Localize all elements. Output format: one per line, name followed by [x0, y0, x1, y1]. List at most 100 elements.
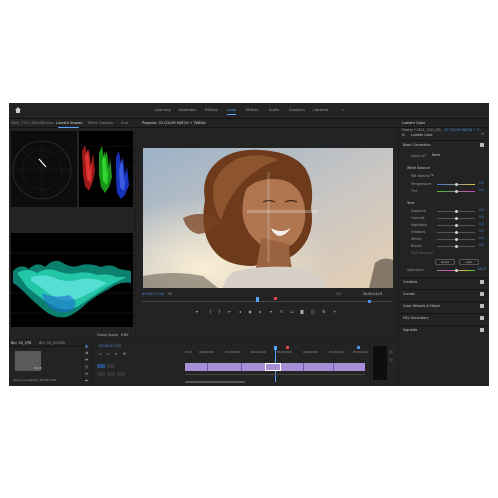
- contrast-value[interactable]: 0.0: [479, 215, 484, 219]
- clip-name[interactable]: Jasmine_Gingerhair_SD1000_SD1: [13, 378, 56, 383]
- curves-checkbox[interactable]: [480, 292, 484, 296]
- monitor-playhead[interactable]: [256, 297, 259, 302]
- extract-icon[interactable]: ⊔: [290, 309, 293, 314]
- color-wheels-checkbox[interactable]: [480, 304, 484, 308]
- blacks-value[interactable]: 0.0: [479, 243, 484, 247]
- shadows-value[interactable]: 0.0: [479, 229, 484, 233]
- exposure-value[interactable]: 0.0: [479, 208, 484, 212]
- auto-button[interactable]: Auto: [459, 259, 479, 265]
- step-forward-icon[interactable]: ▸: [259, 309, 261, 314]
- tab-audio[interactable]: Aud: [121, 120, 128, 126]
- tab-lumetri-color[interactable]: Lumetri Color: [402, 120, 425, 126]
- clamp-signal-label[interactable]: Clamp Signal: [97, 333, 118, 338]
- workspace-overflow-button[interactable]: »: [342, 107, 344, 113]
- mark-out-icon[interactable]: }: [218, 309, 221, 314]
- zoom-fit-select[interactable]: Fit: [168, 292, 172, 297]
- color-wheels-section[interactable]: Color Wheels & Match: [399, 301, 489, 311]
- workspace-editing[interactable]: Editing: [205, 107, 218, 113]
- sequence-clip-label[interactable]: 03 COLOR MATCH + T...: [444, 128, 482, 133]
- basic-correction-checkbox[interactable]: [480, 143, 484, 147]
- tab-effect-controls[interactable]: Effect Controls: [88, 120, 113, 126]
- creative-section[interactable]: Creative: [399, 277, 489, 287]
- workspace-audio[interactable]: Audio: [269, 107, 279, 113]
- tint-value[interactable]: 0.0: [479, 188, 484, 192]
- mark-in-icon[interactable]: {: [209, 309, 212, 314]
- audio-track[interactable]: [185, 374, 365, 375]
- track-target-a1[interactable]: [97, 372, 105, 376]
- linked-selection-icon[interactable]: ⊂: [107, 352, 110, 357]
- highlights-knob[interactable]: [455, 224, 458, 227]
- input-lut-select[interactable]: None: [432, 153, 440, 158]
- vignette-checkbox[interactable]: [480, 328, 484, 332]
- workspace-learning[interactable]: Learning: [155, 107, 171, 113]
- blacks-knob[interactable]: [455, 245, 458, 248]
- whites-knob[interactable]: [455, 238, 458, 241]
- playhead-timecode[interactable]: 00;00;17;04: [142, 292, 164, 297]
- basic-correction-section[interactable]: Basic Correction: [399, 140, 489, 150]
- track-select-tool-icon[interactable]: ⇉: [85, 350, 88, 355]
- effect-select[interactable]: Lumetri Color: [411, 133, 433, 138]
- exposure-knob[interactable]: [455, 210, 458, 213]
- temperature-knob[interactable]: [455, 183, 458, 186]
- selected-clip[interactable]: [265, 363, 281, 371]
- workspace-libraries[interactable]: Libraries: [313, 107, 329, 113]
- reset-button[interactable]: Reset: [435, 259, 455, 265]
- playback-resolution-select[interactable]: 1/2: [336, 292, 341, 297]
- timeline-settings-icon[interactable]: ⚙: [123, 352, 126, 357]
- tint-knob[interactable]: [455, 190, 458, 193]
- track-solo-a1[interactable]: [117, 372, 125, 376]
- saturation-knob[interactable]: [455, 269, 458, 272]
- ripple-edit-tool-icon[interactable]: ⇹: [85, 357, 88, 362]
- workspace-color[interactable]: Color: [227, 107, 236, 113]
- workspace-graphics[interactable]: Graphics: [289, 107, 305, 113]
- add-marker-icon[interactable]: ▾: [196, 309, 198, 314]
- saturation-value[interactable]: 100.0: [477, 267, 486, 271]
- razor-tool-icon[interactable]: ◇: [85, 364, 88, 369]
- lift-icon[interactable]: ⊓: [280, 309, 283, 314]
- tab-source[interactable]: 3301_7211_SD1000.mov: [11, 120, 54, 126]
- timeline-timecode[interactable]: 00;00;17;04: [99, 344, 121, 349]
- comparison-view-icon[interactable]: ◫: [311, 309, 315, 314]
- tab-bin-sound[interactable]: Bin: 03_SOUND: [39, 340, 65, 346]
- pen-tool-icon[interactable]: ✒: [85, 378, 88, 383]
- vignette-section[interactable]: Vignette: [399, 325, 489, 335]
- hsl-secondary-checkbox[interactable]: [480, 316, 484, 320]
- button-editor-icon[interactable]: +: [333, 309, 336, 314]
- timeline-zoom-scrollbar[interactable]: [185, 381, 245, 383]
- eyedropper-icon[interactable]: ✎: [431, 173, 434, 178]
- home-icon[interactable]: [14, 106, 23, 115]
- selection-tool-icon[interactable]: ▲: [85, 343, 88, 348]
- track-target-v1[interactable]: [97, 364, 105, 368]
- fx-badge[interactable]: fx: [402, 133, 405, 138]
- whites-value[interactable]: 0.0: [479, 236, 484, 240]
- slip-tool-icon[interactable]: ↔: [85, 371, 88, 376]
- export-frame-icon[interactable]: ◙: [300, 309, 304, 314]
- highlights-value[interactable]: 0.0: [479, 222, 484, 226]
- workspace-assembly[interactable]: Assembly: [179, 107, 196, 113]
- program-monitor-title[interactable]: Program: 03 COLOR MATCH + TWEAK: [142, 120, 206, 126]
- contrast-knob[interactable]: [455, 217, 458, 220]
- bit-depth-label[interactable]: 8 Bit: [121, 333, 128, 338]
- add-marker-timeline-icon[interactable]: ▾: [115, 352, 117, 357]
- go-to-in-icon[interactable]: ⇤: [228, 309, 231, 314]
- go-to-out-icon[interactable]: ⇥: [269, 309, 272, 314]
- meter-solo-left[interactable]: [389, 350, 393, 354]
- track-mute-a1[interactable]: [107, 372, 115, 376]
- video-clip-track[interactable]: [185, 363, 365, 371]
- snap-icon[interactable]: ⊃: [99, 352, 102, 357]
- timeline-ruler[interactable]: 00;00 00;00;04;00 00;00;08;00 00;00;12;0…: [185, 350, 368, 356]
- monitor-scrubber[interactable]: [142, 301, 392, 302]
- shadows-knob[interactable]: [455, 231, 458, 234]
- temperature-value[interactable]: 0.0: [479, 181, 484, 185]
- hsl-secondary-section[interactable]: HSL Secondary: [399, 313, 489, 323]
- track-lock-v1[interactable]: [107, 364, 115, 368]
- curves-section[interactable]: Curves: [399, 289, 489, 299]
- step-back-icon[interactable]: ◂: [239, 309, 241, 314]
- creative-checkbox[interactable]: [480, 280, 484, 284]
- play-icon[interactable]: ▶: [249, 309, 252, 314]
- settings-icon[interactable]: ⚙: [322, 309, 326, 314]
- meter-solo-right[interactable]: [389, 358, 393, 362]
- tab-bin-cpb[interactable]: Bin: 03_CPB: [11, 340, 31, 346]
- tab-lumetri-scopes[interactable]: Lumetri Scopes: [56, 120, 82, 126]
- reset-effect-icon[interactable]: ↺: [481, 132, 484, 137]
